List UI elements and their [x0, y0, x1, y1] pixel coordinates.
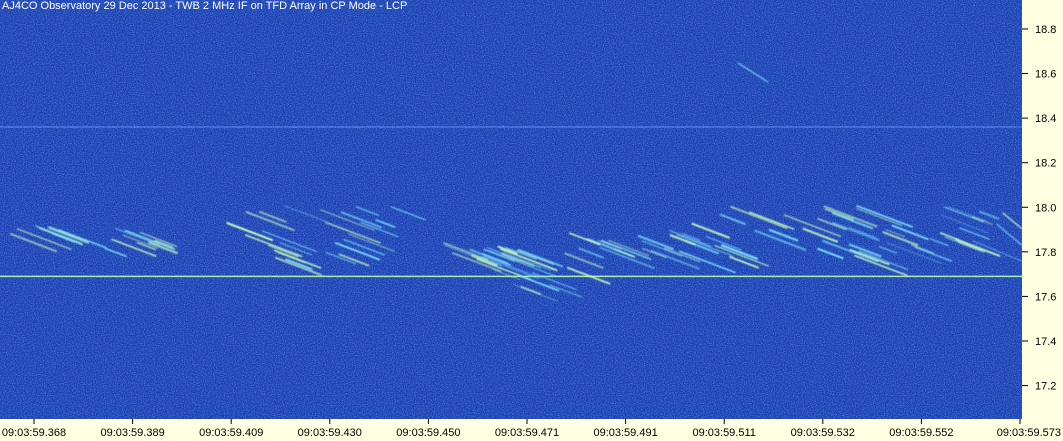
x-tick-label: 09:03:59.389: [100, 427, 164, 439]
y-tick-label: 18.4: [1035, 113, 1056, 125]
x-tick-label: 09:03:59.573: [997, 427, 1061, 439]
x-tick-label: 09:03:59.511: [692, 427, 755, 439]
spectrogram-chart: 17.2 17.4 17.6 17.8 18.0 18.2 18.4 18.6 18.8 09:…: [0, 0, 1063, 441]
x-tick-label: 09:03:59.552: [889, 427, 953, 439]
x-tick-label: 09:03:59.450: [396, 427, 460, 439]
y-tick-label: 18.8: [1035, 24, 1056, 36]
y-tick-label: 18.2: [1035, 158, 1056, 170]
y-tick-label: 18.0: [1035, 202, 1056, 214]
y-tick-label: 17.8: [1035, 247, 1056, 259]
x-tick-label: 09:03:59.368: [2, 427, 66, 439]
y-tick-label: 17.4: [1035, 336, 1056, 348]
y-tick-label: 17.6: [1035, 291, 1056, 303]
y-tick-label: 17.2: [1035, 381, 1056, 393]
x-tick-label: 09:03:59.430: [298, 427, 362, 439]
y-tick-label: 18.6: [1035, 69, 1056, 81]
x-tick-label: 09:03:59.409: [199, 427, 263, 439]
x-tick-label: 09:03:59.532: [791, 427, 855, 439]
x-tick-label: 09:03:59.471: [495, 427, 559, 439]
x-tick-label: 09:03:59.491: [593, 427, 657, 439]
